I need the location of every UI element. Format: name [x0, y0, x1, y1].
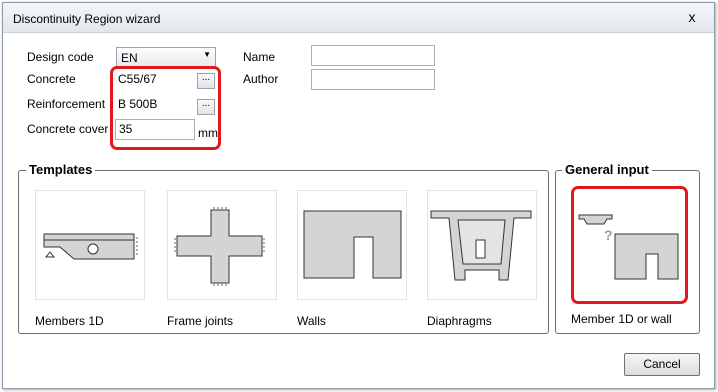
template-walls-label: Walls	[297, 314, 326, 328]
design-code-label: Design code	[27, 50, 94, 64]
template-diaphragms[interactable]: Diaphragms	[427, 190, 537, 328]
general-input-member-or-wall[interactable]: ? Member 1D or wall	[571, 186, 688, 326]
general-input-title: General input	[562, 162, 652, 177]
template-frame-joints[interactable]: Frame joints	[167, 190, 277, 328]
general-input-member-or-wall-label: Member 1D or wall	[571, 312, 672, 326]
wall-icon	[303, 210, 402, 279]
templates-title: Templates	[26, 162, 96, 177]
chevron-down-icon: ▼	[203, 50, 211, 59]
reinforcement-label: Reinforcement	[27, 97, 106, 111]
template-walls[interactable]: Walls	[297, 190, 407, 328]
title-bar: Discontinuity Region wizard x	[3, 3, 714, 33]
design-code-select[interactable]: EN ▼	[116, 47, 216, 67]
svg-text:?: ?	[604, 227, 613, 243]
template-frame-joints-label: Frame joints	[167, 314, 234, 328]
window-title: Discontinuity Region wizard	[13, 12, 161, 26]
wizard-dialog: Discontinuity Region wizard x Design cod…	[2, 2, 715, 389]
diaphragm-icon	[430, 210, 532, 281]
template-members-1d-label: Members 1D	[35, 314, 104, 328]
name-label: Name	[243, 50, 276, 64]
close-button[interactable]: x	[684, 9, 700, 25]
cancel-button[interactable]: Cancel	[624, 353, 700, 376]
author-input[interactable]	[311, 69, 435, 90]
frame-joint-icon	[174, 207, 265, 286]
material-highlight-frame	[110, 66, 221, 150]
design-code-value: EN	[121, 51, 138, 65]
template-diaphragms-label: Diaphragms	[427, 314, 492, 328]
concrete-label: Concrete	[27, 72, 76, 86]
templates-group: Templates Members 1D Frame joints Walls …	[18, 162, 549, 334]
name-input[interactable]	[311, 45, 435, 66]
general-input-group: General input ? Member 1D or wall	[555, 162, 700, 334]
template-members-1d[interactable]: Members 1D	[35, 190, 145, 328]
author-label: Author	[243, 72, 279, 86]
concrete-cover-label: Concrete cover	[27, 122, 109, 136]
member-1d-icon	[43, 233, 138, 260]
member-or-wall-icon: ?	[578, 214, 679, 280]
